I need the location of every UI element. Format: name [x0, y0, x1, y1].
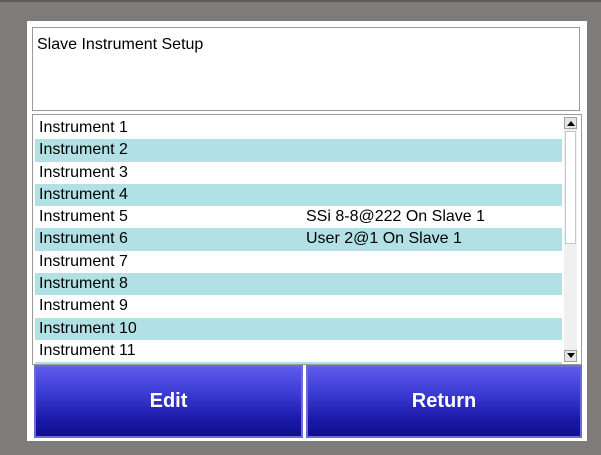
- scroll-thumb[interactable]: [565, 131, 576, 244]
- instrument-row[interactable]: Instrument 11: [35, 340, 562, 362]
- page-title: Slave Instrument Setup: [37, 36, 204, 53]
- instrument-row[interactable]: Instrument 6 User 2@1 On Slave 1: [35, 228, 562, 251]
- instrument-name: Instrument 11: [39, 341, 136, 359]
- instrument-assignment: User 2@1 On Slave 1: [306, 230, 462, 248]
- instrument-name: Instrument 5: [39, 208, 128, 226]
- instrument-name: Instrument 10: [39, 319, 137, 337]
- instrument-name: Instrument 2: [39, 141, 128, 159]
- instrument-name: Instrument 8: [39, 275, 128, 293]
- return-button[interactable]: Return: [306, 365, 582, 438]
- instrument-row[interactable]: Instrument 2: [35, 139, 562, 162]
- instrument-name: Instrument 6: [39, 230, 128, 248]
- return-button-label: Return: [411, 390, 477, 412]
- instrument-name: Instrument 3: [39, 163, 128, 181]
- instrument-name: Instrument 9: [39, 297, 128, 315]
- scroll-down-button[interactable]: [564, 350, 577, 362]
- instrument-row[interactable]: Instrument 7: [35, 251, 562, 273]
- instrument-assignment: SSi 8-8@222 On Slave 1: [306, 208, 486, 226]
- instrument-row[interactable]: Instrument 1: [35, 117, 562, 139]
- edit-button[interactable]: Edit: [34, 365, 303, 438]
- device-frame: Slave Instrument Setup Instrument 1 Instr…: [0, 0, 601, 455]
- instrument-row[interactable]: Instrument 3: [35, 162, 562, 184]
- arrow-down-icon: [567, 353, 575, 358]
- instrument-row[interactable]: Instrument 9: [35, 295, 562, 317]
- arrow-up-icon: [567, 121, 575, 126]
- instrument-list[interactable]: Instrument 1 Instrument 2 Instrument 3 Inst…: [32, 114, 582, 365]
- instrument-row[interactable]: Instrument 4: [35, 183, 562, 207]
- header-box: Slave Instrument Setup: [32, 27, 580, 111]
- instrument-name: Instrument 4: [39, 185, 128, 203]
- instrument-row[interactable]: Instrument 5 SSi 8-8@222 On Slave 1: [35, 206, 562, 228]
- instrument-row[interactable]: Instrument 8: [35, 273, 562, 296]
- screen-panel: Slave Instrument Setup Instrument 1 Instr…: [27, 21, 587, 441]
- scrollbar[interactable]: [564, 117, 577, 362]
- scroll-up-button[interactable]: [564, 117, 577, 129]
- instrument-row[interactable]: Instrument 10: [35, 317, 562, 340]
- instrument-name: Instrument 7: [39, 252, 128, 270]
- edit-button-label: Edit: [149, 390, 188, 412]
- instrument-name: Instrument 1: [39, 119, 128, 136]
- instrument-rows: Instrument 1 Instrument 2 Instrument 3 Inst…: [35, 117, 562, 364]
